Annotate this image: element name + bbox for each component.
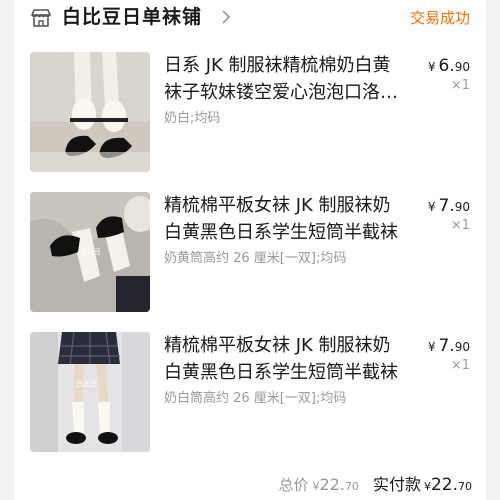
product-image[interactable]: 白比豆 — [30, 192, 150, 312]
product-image[interactable]: 白比豆 — [30, 332, 150, 452]
product-price: ¥7.90 — [428, 196, 470, 216]
product-quantity: ×1 — [450, 218, 470, 233]
product-variant: 奶白;均码 — [164, 111, 221, 126]
price-decimal: 90 — [454, 340, 470, 354]
price-decimal: 90 — [454, 60, 470, 74]
store-icon — [31, 9, 51, 27]
product-title[interactable]: 精梳棉平板女袜 JK 制服袜奶白黄黑色日系学生短筒半截袜 — [164, 332, 404, 386]
paid-integer: 22. — [430, 475, 458, 495]
total-integer: 22. — [319, 475, 345, 494]
currency-symbol: ¥ — [427, 340, 436, 354]
price-integer: 7. — [438, 196, 455, 216]
image-watermark: 白比豆 — [80, 247, 101, 256]
total-label: 总价 — [278, 476, 309, 494]
price-integer: 7. — [438, 336, 455, 356]
product-price: ¥6.90 — [428, 56, 470, 76]
order-totals: 总价 ¥22.70 实付款 ¥22.70 — [278, 473, 472, 497]
currency-symbol: ¥ — [427, 60, 436, 74]
price-decimal: 90 — [454, 200, 470, 214]
paid-decimal: 70 — [458, 480, 472, 493]
product-variant: 奶黄筒高约 26 厘米[一双];均码 — [164, 251, 347, 266]
order-item[interactable]: 日系 JK 制服袜精梳棉奶白黄袜子软妹镂空爱心泡泡口洛丽塔中筒袜 奶白;均码 ¥… — [14, 52, 486, 176]
currency-symbol: ¥ — [427, 200, 436, 214]
shop-header[interactable]: 白比豆日单袜铺 交易成功 — [14, 0, 486, 40]
product-price: ¥7.90 — [428, 336, 470, 356]
product-title[interactable]: 日系 JK 制服袜精梳棉奶白黄袜子软妹镂空爱心泡泡口洛丽塔中筒袜 — [164, 52, 404, 106]
order-status: 交易成功 — [409, 9, 470, 27]
order-item[interactable]: 白比豆 精梳棉平板女袜 JK 制服袜奶白黄黑色日系学生短筒半截袜 奶黄筒高约 2… — [14, 192, 486, 316]
product-quantity: ×1 — [450, 358, 470, 373]
product-title[interactable]: 精梳棉平板女袜 JK 制服袜奶白黄黑色日系学生短筒半截袜 — [164, 192, 404, 246]
order-item[interactable]: 白比豆 精梳棉平板女袜 JK 制服袜奶白黄黑色日系学生短筒半截袜 奶白筒高约 2… — [14, 332, 486, 456]
product-image[interactable] — [30, 52, 150, 172]
product-quantity: ×1 — [450, 78, 470, 93]
paid-label: 实付款 — [372, 475, 421, 494]
price-integer: 6. — [438, 56, 455, 76]
shop-name[interactable]: 白比豆日单袜铺 — [62, 4, 202, 30]
image-watermark: 白比豆 — [76, 379, 97, 388]
chevron-right-icon[interactable] — [221, 10, 231, 24]
order-card: 白比豆日单袜铺 交易成功 日系 JK 制服袜精梳棉奶白黄袜子软妹镂空爱心泡泡口洛… — [14, 0, 486, 500]
paid-currency: ¥ — [423, 480, 431, 493]
product-variant: 奶白筒高约 26 厘米[一双];均码 — [164, 391, 347, 406]
total-decimal: 70 — [344, 480, 359, 493]
